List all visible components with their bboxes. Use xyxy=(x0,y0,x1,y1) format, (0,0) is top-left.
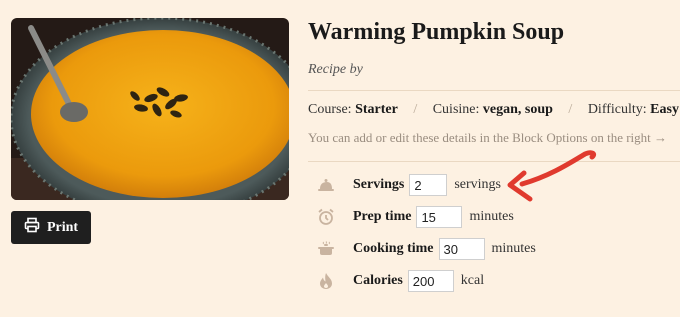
calories-input[interactable] xyxy=(407,270,454,292)
cuisine-value: vegan, soup xyxy=(482,102,553,117)
recipe-meta: Course: Starter / Cuisine: vegan, soup /… xyxy=(308,102,679,118)
course-label: Course: xyxy=(308,102,352,117)
separator: / xyxy=(413,102,418,117)
servings-row: Servings servings xyxy=(316,172,501,198)
prep-time-label: Prep time xyxy=(353,209,412,224)
prep-time-input[interactable] xyxy=(416,206,463,228)
course-value: Starter xyxy=(355,102,398,117)
printer-icon xyxy=(24,217,40,238)
difficulty-label: Difficulty: xyxy=(587,102,647,117)
cooking-time-label: Cooking time xyxy=(353,241,434,256)
cooking-time-input[interactable] xyxy=(438,238,485,260)
flame-icon xyxy=(316,271,336,291)
difficulty-value: Easy xyxy=(650,102,679,117)
calories-label: Calories xyxy=(353,273,403,288)
servings-label: Servings xyxy=(353,177,405,192)
print-button[interactable]: Print xyxy=(11,211,91,244)
recipe-title[interactable]: Warming Pumpkin Soup xyxy=(308,19,564,46)
divider xyxy=(308,90,680,91)
print-label: Print xyxy=(46,219,79,235)
divider xyxy=(308,161,680,162)
cuisine-label: Cuisine: xyxy=(432,102,480,117)
servings-icon xyxy=(316,175,336,195)
servings-unit: servings xyxy=(454,177,502,192)
recipe-byline[interactable]: Recipe by xyxy=(308,62,363,78)
cooking-pot-icon xyxy=(316,239,336,259)
calories-unit: kcal xyxy=(460,273,485,288)
prep-time-row: Prep time minutes xyxy=(316,204,514,230)
cooking-time-row: Cooking time minutes xyxy=(316,236,536,262)
separator: / xyxy=(568,102,573,117)
recipe-photo xyxy=(11,18,289,200)
block-options-hint: You can add or edit these details in the… xyxy=(308,130,668,145)
cooking-time-unit: minutes xyxy=(491,241,536,256)
calories-row: Calories kcal xyxy=(316,268,484,294)
annotation-arrow xyxy=(507,150,597,202)
servings-input[interactable] xyxy=(409,174,448,196)
alarm-clock-icon xyxy=(316,207,336,227)
